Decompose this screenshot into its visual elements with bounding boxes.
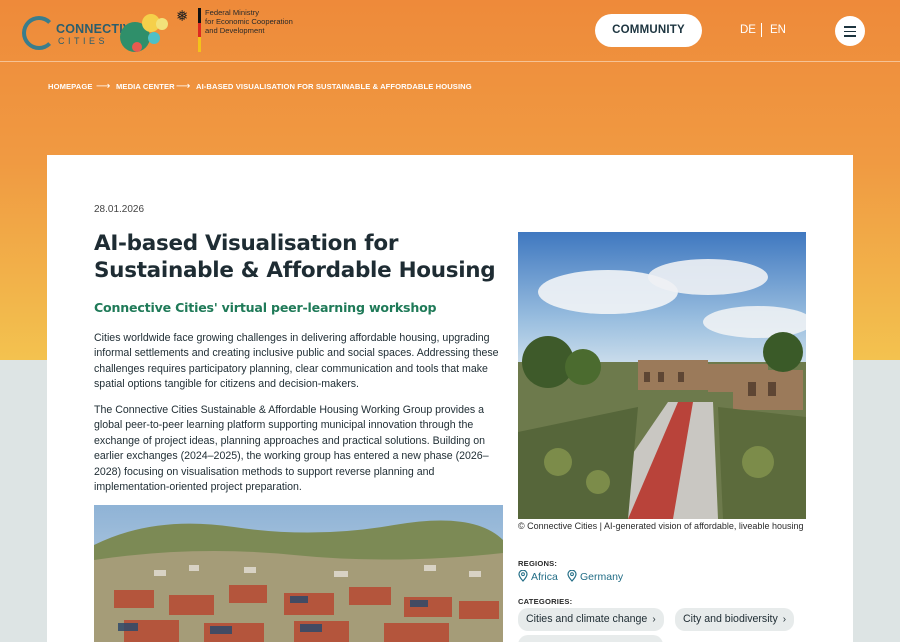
- ministry-name: Federal Ministry for Economic Cooperatio…: [205, 8, 293, 35]
- page-title: AI-based Visualisation for Sustainable &…: [94, 231, 496, 283]
- hamburger-menu-icon[interactable]: [835, 16, 865, 46]
- chevron-right-icon: ›: [652, 614, 656, 625]
- ministry-logo[interactable]: ❅ Federal Ministry for Economic Cooperat…: [176, 7, 306, 53]
- breadcrumb-homepage[interactable]: HOMEPAGE: [48, 82, 93, 91]
- breadcrumb-media-center[interactable]: MEDIA CENTER: [116, 82, 175, 91]
- article-date: 28.01.2026: [94, 204, 145, 215]
- article-paragraph: Cities worldwide face growing challenges…: [94, 332, 499, 391]
- ai-housing-vision-photo[interactable]: [518, 232, 806, 519]
- german-flag-bar: [198, 8, 201, 52]
- location-pin-icon: [518, 570, 528, 582]
- regions-label: REGIONS:: [518, 559, 558, 568]
- category-tag-climate[interactable]: Cities and climate change ›: [518, 608, 664, 631]
- lang-en-link[interactable]: EN: [770, 24, 786, 36]
- article-paragraph: The Connective Cities Sustainable & Affo…: [94, 404, 489, 494]
- image-caption: © Connective Cities | AI-generated visio…: [518, 521, 804, 531]
- community-button[interactable]: COMMUNITY: [595, 14, 702, 47]
- article-subtitle: Connective Cities' virtual peer-learning…: [94, 300, 437, 315]
- site-header: CONNECTIVE CITIES ❅ Federal Ministry for…: [0, 0, 900, 62]
- arrow-right-icon: ⟶: [176, 81, 191, 92]
- region-germany-link[interactable]: Germany: [567, 570, 623, 584]
- lang-separator: [761, 23, 762, 37]
- logo-text-cities: CITIES: [58, 36, 109, 46]
- lang-de-link[interactable]: DE: [740, 24, 756, 36]
- federal-eagle-icon: ❅: [176, 7, 189, 25]
- location-pin-icon: [567, 570, 577, 582]
- categories-label: CATEGORIES:: [518, 597, 573, 606]
- category-tag-biodiversity[interactable]: City and biodiversity ›: [675, 608, 795, 631]
- arrow-right-icon: ⟶: [96, 81, 111, 92]
- logo-c-mark: [22, 16, 56, 50]
- chevron-right-icon: ›: [782, 614, 787, 625]
- category-tag-partial[interactable]: [518, 635, 663, 642]
- logo-dots-graphic: [120, 14, 172, 58]
- region-africa-link[interactable]: Africa: [518, 570, 558, 584]
- housing-settlement-photo[interactable]: [94, 505, 503, 642]
- breadcrumb-current-page: AI-BASED VISUALISATION FOR SUSTAINABLE &…: [196, 82, 472, 91]
